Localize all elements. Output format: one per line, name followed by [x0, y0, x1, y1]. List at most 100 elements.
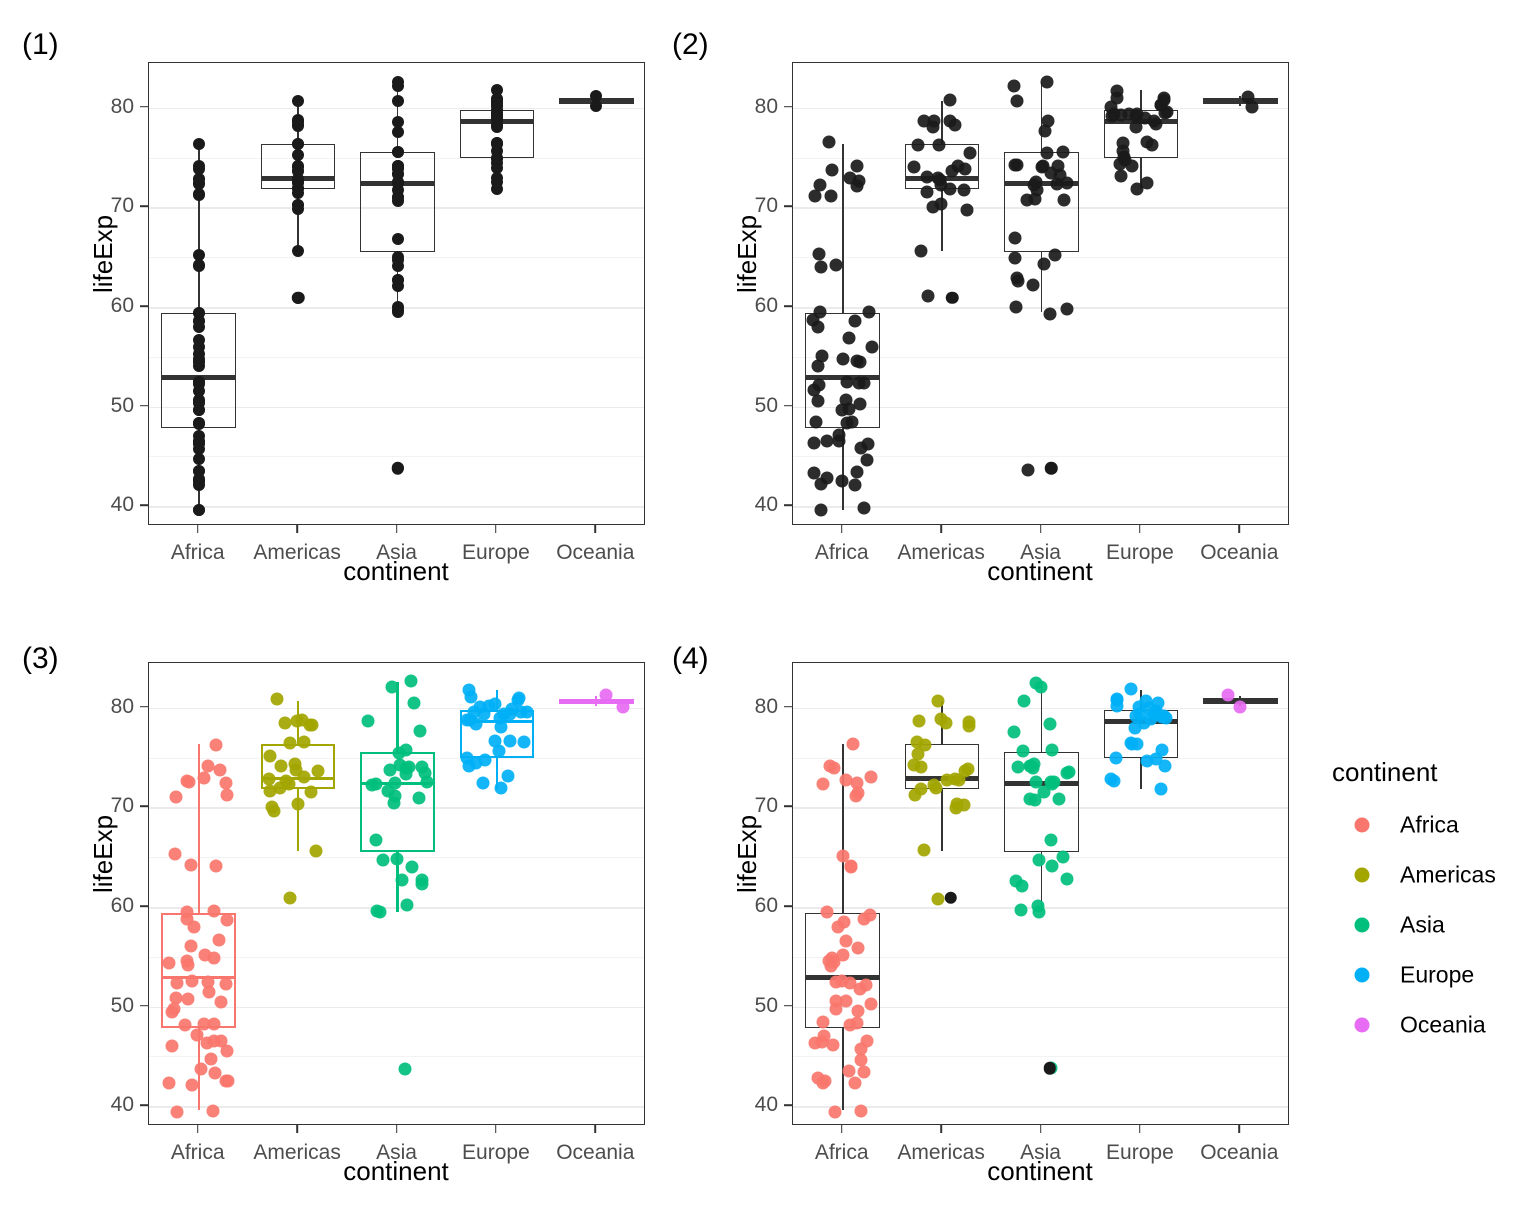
legend-key-asia[interactable] [1354, 917, 1370, 933]
data-point [514, 705, 528, 719]
data-point [192, 189, 205, 202]
data-point [180, 954, 194, 968]
data-point [399, 761, 413, 775]
data-point [931, 892, 945, 906]
data-point [305, 718, 319, 732]
x-tick-label: Africa [814, 541, 869, 564]
plot-panel-4 [792, 662, 1289, 1125]
data-point [806, 313, 820, 327]
data-point [209, 859, 223, 873]
data-point [292, 114, 305, 127]
data-point [201, 975, 215, 989]
data-point [488, 734, 502, 748]
data-point [848, 1076, 862, 1090]
data-point [185, 1078, 199, 1092]
data-point [848, 314, 862, 328]
y-tick-mark [784, 106, 792, 108]
data-point [381, 784, 395, 798]
data-point [1107, 774, 1121, 788]
data-point [918, 738, 932, 752]
y-tick-label: 40 [754, 493, 778, 517]
data-point [207, 1017, 221, 1031]
x-tick-mark [840, 525, 843, 533]
gridline-minor-y [149, 456, 644, 458]
data-point [169, 790, 183, 804]
x-tick-mark [594, 525, 597, 533]
data-point [813, 178, 827, 192]
data-point [490, 151, 503, 164]
x-tick-mark [1039, 1125, 1042, 1133]
data-point [1009, 874, 1023, 888]
data-point [391, 274, 404, 287]
data-point [192, 476, 205, 489]
data-point [208, 1066, 222, 1080]
y-tick-label: 60 [754, 893, 778, 917]
data-point [842, 331, 856, 345]
box-whisker-upper [396, 681, 399, 752]
data-point [823, 759, 837, 773]
data-point [212, 933, 226, 947]
data-point [192, 436, 205, 449]
plot-panel-1 [148, 62, 645, 525]
data-point [1109, 751, 1123, 765]
panel-tag-3: (3) [22, 642, 59, 675]
data-point [1056, 850, 1070, 864]
data-point [292, 203, 305, 216]
legend-key-europe[interactable] [1354, 967, 1370, 983]
legend-key-oceania[interactable] [1354, 1017, 1370, 1033]
y-tick-mark [140, 1104, 148, 1106]
data-point [860, 453, 874, 467]
data-point [192, 418, 205, 431]
boxplot-outlier [1045, 461, 1058, 475]
data-point [391, 300, 404, 313]
data-point [1056, 145, 1070, 159]
box-whisker-upper [841, 143, 844, 313]
data-point [1047, 775, 1061, 789]
data-point [180, 912, 194, 926]
data-point [599, 688, 613, 702]
panel-tag-2: (2) [672, 28, 709, 61]
y-tick-label: 50 [110, 393, 134, 417]
data-point [1110, 84, 1124, 98]
data-point [1116, 136, 1130, 150]
y-tick-mark [140, 706, 148, 708]
data-point [852, 174, 866, 188]
data-point [929, 781, 943, 795]
y-tick-label: 60 [110, 293, 134, 317]
data-point [824, 189, 838, 203]
data-point [1032, 853, 1046, 867]
gridline-major-y [149, 506, 644, 508]
data-point [854, 1104, 868, 1118]
y-tick-mark [784, 1004, 792, 1007]
data-point [1040, 146, 1054, 160]
data-point [1221, 688, 1234, 702]
data-point [914, 244, 928, 258]
data-point [854, 1042, 868, 1056]
x-axis-title: continent [987, 1156, 1093, 1186]
data-point [1060, 176, 1074, 190]
box-whisker-upper [1139, 89, 1142, 110]
x-tick-label: Africa [814, 1141, 869, 1164]
data-point [391, 145, 404, 158]
x-tick-label: Oceania [1200, 541, 1279, 564]
data-point [194, 1062, 208, 1076]
legend-key-africa[interactable] [1354, 817, 1370, 833]
data-point [865, 340, 879, 354]
data-point [835, 474, 849, 488]
y-tick-label: 50 [754, 993, 778, 1017]
data-point [848, 478, 862, 492]
data-point [373, 905, 387, 919]
y-tick-mark [140, 504, 148, 506]
data-point [912, 714, 926, 728]
data-point [391, 233, 404, 246]
legend-key-americas[interactable] [1354, 867, 1370, 883]
data-point [369, 833, 383, 847]
y-axis-title: lifeExp [88, 214, 118, 293]
data-point [178, 1018, 192, 1032]
data-point [822, 135, 836, 149]
y-tick-label: 40 [110, 1093, 134, 1117]
x-tick-mark [1039, 525, 1042, 533]
data-point [1114, 169, 1128, 183]
y-tick-mark [784, 1104, 792, 1106]
data-point [206, 1104, 220, 1118]
